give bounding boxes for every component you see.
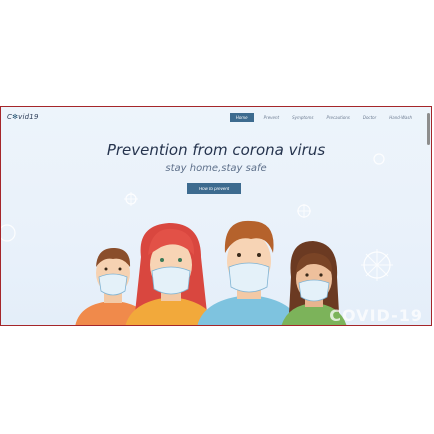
navbar: C✻vid19 Home Prevent Symptoms Precaution… [1, 107, 431, 129]
nav-menu: Home Prevent Symptoms Precautions Doctor… [229, 113, 415, 122]
nav-item-precautions[interactable]: Precautions [323, 113, 352, 122]
hero-subtitle: stay home,stay safe [165, 163, 267, 174]
covid-watermark-text: COVID-19 [329, 306, 423, 325]
logo-text-suffix: vid19 [18, 113, 39, 121]
nav-item-prevent[interactable]: Prevent [261, 113, 282, 122]
hero-title: Prevention from corona virus [106, 141, 326, 159]
nav-item-symptoms[interactable]: Symptoms [289, 113, 316, 122]
nav-item-hand-wash[interactable]: Hand-Wash [386, 113, 415, 122]
browser-viewport: C✻vid19 Home Prevent Symptoms Precaution… [0, 106, 432, 326]
nav-item-doctor[interactable]: Doctor [360, 113, 379, 122]
how-to-prevent-button[interactable]: How to prevent [187, 183, 241, 194]
person-center-man [197, 220, 301, 325]
nav-item-home[interactable]: Home [229, 113, 254, 122]
person-red-hair-woman [125, 223, 217, 325]
hero-illustration [1, 153, 393, 325]
site-logo[interactable]: C✻vid19 [7, 113, 39, 121]
